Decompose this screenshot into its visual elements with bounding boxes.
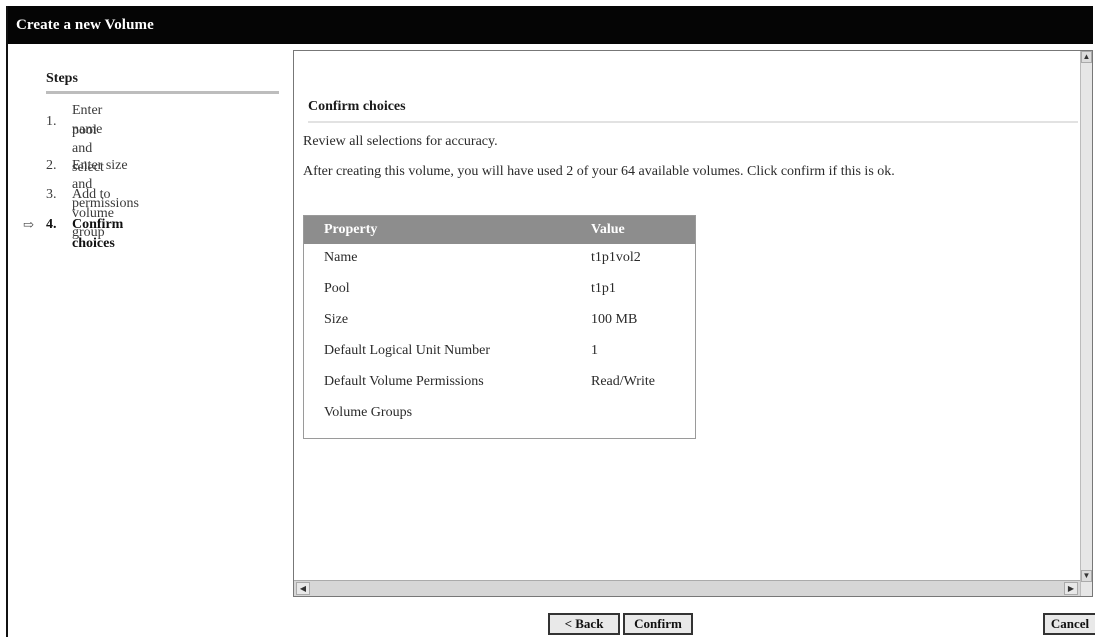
steps-title: Steps (46, 71, 78, 86)
step-number: 1. (46, 114, 57, 129)
table-row: Name t1p1vol2 (304, 244, 695, 275)
property-name: Name (324, 250, 358, 265)
step-label: Confirm choices (72, 217, 124, 251)
property-name: Size (324, 312, 349, 327)
page-title: Confirm choices (308, 99, 406, 114)
title-bar: Create a new Volume (8, 6, 1093, 44)
content-pane: Confirm choices Review all selections fo… (293, 50, 1093, 597)
title-divider (308, 121, 1078, 123)
property-value: 1 (591, 343, 598, 358)
column-header-value: Value (591, 222, 625, 237)
scroll-down-arrow-icon[interactable]: ▼ (1081, 570, 1092, 582)
property-value: t1p1 (591, 281, 616, 296)
property-name: Pool (324, 281, 350, 296)
column-header-property: Property (324, 222, 378, 237)
back-button[interactable]: < Back (548, 613, 620, 635)
property-value: t1p1vol2 (591, 250, 641, 265)
property-name: Default Logical Unit Number (324, 343, 491, 358)
scroll-up-arrow-icon[interactable]: ▲ (1081, 51, 1092, 63)
vertical-scrollbar[interactable]: ▲ ▼ (1080, 51, 1092, 596)
scroll-left-arrow-icon[interactable]: ◀ (296, 582, 310, 595)
volume-notice-text: After creating this volume, you will hav… (303, 164, 895, 179)
window-title: Create a new Volume (16, 17, 154, 33)
steps-divider (46, 91, 279, 94)
table-row: Pool t1p1 (304, 275, 695, 306)
property-value: Read/Write (591, 374, 655, 389)
back-arrow-icon: < (564, 616, 572, 631)
property-value: 100 MB (591, 312, 638, 327)
property-name: Volume Groups (324, 405, 413, 420)
intro-text: Review all selections for accuracy. (303, 134, 498, 149)
step-number: 3. (46, 187, 57, 202)
horizontal-scrollbar[interactable]: ◀ ▶ (294, 580, 1080, 596)
back-button-label: Back (575, 616, 604, 631)
confirm-button[interactable]: Confirm (623, 613, 693, 635)
step-number: 2. (46, 158, 57, 173)
step-number: 4. (46, 217, 57, 232)
table-header: Property Value (304, 216, 695, 244)
current-step-arrow-icon: ⇨ (23, 217, 34, 232)
table-row: Default Logical Unit Number 1 (304, 337, 695, 368)
wizard-window: Create a new Volume Steps 1. Enter name … (6, 6, 1095, 637)
scroll-right-arrow-icon[interactable]: ▶ (1064, 582, 1078, 595)
step-label-line2: pool (72, 123, 97, 138)
table-row: Default Volume Permissions Read/Write (304, 368, 695, 399)
properties-table: Property Value Name t1p1vol2 Pool t1p1 S… (303, 215, 696, 439)
table-row: Size 100 MB (304, 306, 695, 337)
steps-pane: Steps 1. Enter name and select pool 2. E… (8, 46, 292, 637)
cancel-button[interactable]: Cancel (1043, 613, 1095, 635)
property-name: Default Volume Permissions (324, 374, 484, 389)
table-row: Volume Groups (304, 399, 695, 430)
